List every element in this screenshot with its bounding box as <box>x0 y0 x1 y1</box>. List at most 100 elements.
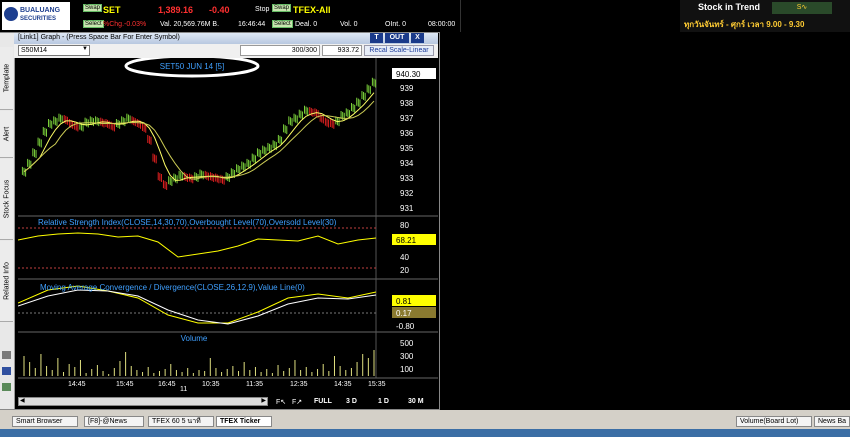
template-button[interactable]: T <box>370 33 383 43</box>
close-button[interactable]: X <box>411 33 424 43</box>
last-price-label: 940.30 <box>396 70 421 79</box>
broker-logo: BUALUANG SECURITIES <box>2 2 70 30</box>
last-value-box: 933.72 <box>322 45 362 56</box>
taskbar-tab-smart-browser[interactable]: Smart Browser <box>12 416 78 427</box>
price-tick: 932 <box>400 189 414 198</box>
tfex-deal: Deal. 0 <box>295 21 318 28</box>
volume-title: Volume <box>181 334 208 343</box>
volume-tick: 300 <box>400 352 414 361</box>
set-price: 1,389.16 <box>158 5 194 15</box>
ticker-right-panel <box>460 0 681 32</box>
save-icon[interactable] <box>2 367 11 375</box>
price-tick: 934 <box>400 159 414 168</box>
select-button-2[interactable]: Select <box>272 20 293 28</box>
status-stop: Stop <box>255 6 270 13</box>
logo-text-line2: SECURITIES <box>20 16 57 22</box>
set-time: 16:46:44 <box>238 21 266 28</box>
chart-title: SET50 JUN 14 [5] <box>160 62 224 71</box>
price-axis-ticks: 939 938 937 936 935 934 933 932 931 <box>400 84 414 213</box>
ticker-bar: BUALUANG SECURITIES Swap Select SET 1,38… <box>0 0 681 32</box>
volume-tick: 100 <box>400 365 414 374</box>
chart-title-bar: [Link1] Graph - (Press Space Bar For Ent… <box>14 33 438 44</box>
taskbar-volume-board-lot[interactable]: Volume(Board Lot) <box>736 416 812 427</box>
period-full[interactable]: FULL <box>314 398 332 405</box>
time-label: 14:35 <box>334 381 352 388</box>
period-30m[interactable]: 30 M <box>408 398 424 405</box>
rsi-title: Relative Strength Index(CLOSE,14,30,70),… <box>38 218 337 227</box>
price-tick: 936 <box>400 129 414 138</box>
time-label: 14:45 <box>68 381 86 388</box>
out-button[interactable]: OUT <box>385 33 409 43</box>
set-change: -0.40 <box>209 5 230 15</box>
select-button-1[interactable]: Select <box>83 20 104 28</box>
taskbar-tab-tfex-60[interactable]: TFEX 60 5 นาที <box>148 416 214 427</box>
promo-schedule: ทุกวันจันทร์ - ศุกร์ เวลา 9.00 - 9.30 <box>684 20 805 29</box>
symbol-set: SET <box>103 5 121 15</box>
bar-count-box: 300/300 <box>240 45 320 56</box>
windows-taskbar <box>0 429 850 437</box>
horizontal-scrollbar[interactable]: ◀ ▶ <box>18 397 268 406</box>
macd-value2: 0.17 <box>396 309 412 318</box>
tfex-time: 08:00:00 <box>428 21 456 28</box>
macd-title: Moving Average Convergence / Divergence(… <box>40 283 305 292</box>
price-tick: 931 <box>400 204 414 213</box>
tfex-vol: Vol. 0 <box>340 21 358 28</box>
time-label: 10:35 <box>202 381 220 388</box>
prev-period-icon[interactable]: F↖ <box>276 398 286 406</box>
chart-area[interactable]: SET50 JUN 14 [5] 939 938 937 936 935 934… <box>18 58 438 388</box>
price-tick: 939 <box>400 84 414 93</box>
macd-value1: 0.81 <box>396 297 412 306</box>
rsi-value: 68.21 <box>396 236 417 245</box>
bar-count: 300/300 <box>291 47 317 54</box>
print-icon[interactable] <box>2 351 11 359</box>
volume-tick: 500 <box>400 339 414 348</box>
symbol-select-value: S50M14 <box>21 47 48 54</box>
taskbar-tab-tfex-ticker[interactable]: TFEX Ticker <box>216 416 272 427</box>
price-tick: 937 <box>400 114 414 123</box>
symbol-tfex: TFEX-All <box>293 5 331 15</box>
chevron-down-icon: ▼ <box>82 46 88 52</box>
side-tab-related-info[interactable]: Related Info <box>0 241 13 322</box>
chart-toolbar: S50M14 ▼ 300/300 933.72 Recal Scale-Line… <box>14 44 438 58</box>
taskbar-tab-news[interactable]: [F8]-@News <box>84 416 144 427</box>
set-pct-change: %Chg.-0.03% <box>103 21 147 28</box>
logo-text-line1: BUALUANG <box>20 7 61 14</box>
date-label: 11 <box>180 386 188 393</box>
time-label: 15:45 <box>116 381 134 388</box>
recal-scale-button[interactable]: Recal Scale-Linear <box>364 45 434 56</box>
taskbar-news-bar[interactable]: News Ba <box>814 416 850 427</box>
time-label: 11:35 <box>246 381 263 388</box>
symbol-select[interactable]: S50M14 ▼ <box>18 45 90 56</box>
time-label: 15:35 <box>368 381 386 388</box>
next-period-icon[interactable]: F↗ <box>292 398 302 406</box>
window-title: [Link1] Graph - (Press Space Bar For Ent… <box>18 34 180 41</box>
logo-mark-icon <box>4 7 18 21</box>
time-label: 16:45 <box>158 381 176 388</box>
side-tab-stock-focus[interactable]: Stock Focus <box>0 159 13 240</box>
rsi-tick: 80 <box>400 221 409 230</box>
promo-logo-icon: S∿ <box>772 2 832 14</box>
set-value: Val. 20,569.76M B. <box>160 21 220 28</box>
scroll-left-icon[interactable]: ◀ <box>20 397 25 404</box>
zoom-icon[interactable] <box>2 383 11 391</box>
swap-button-2[interactable]: Swap <box>272 4 292 12</box>
scroll-right-icon[interactable]: ▶ <box>261 397 266 404</box>
side-tab-alert[interactable]: Alert <box>0 111 13 158</box>
side-tab-template[interactable]: Template <box>0 47 13 110</box>
last-value: 933.72 <box>337 47 359 54</box>
price-tick: 935 <box>400 144 414 153</box>
side-tab-strip: Template Alert Stock Focus Related Info <box>0 33 15 409</box>
time-label: 12:35 <box>290 381 308 388</box>
tfex-oint: OInt. 0 <box>385 21 407 28</box>
period-3d[interactable]: 3 D <box>346 398 357 405</box>
promo-title: Stock in Trend <box>698 2 761 12</box>
rsi-tick: 40 <box>400 253 409 262</box>
rsi-tick: 20 <box>400 266 409 275</box>
macd-tick: -0.80 <box>396 322 415 331</box>
swap-button-1[interactable]: Swap <box>83 4 103 12</box>
scroll-period-bar: ◀ ▶ F↖ F↗ FULL 3 D 1 D 30 M <box>16 395 438 408</box>
price-tick: 938 <box>400 99 414 108</box>
promo-banner[interactable]: Stock in Trend S∿ ทุกวันจันทร์ - ศุกร์ เ… <box>680 0 850 32</box>
period-1d[interactable]: 1 D <box>378 398 389 405</box>
price-tick: 933 <box>400 174 414 183</box>
